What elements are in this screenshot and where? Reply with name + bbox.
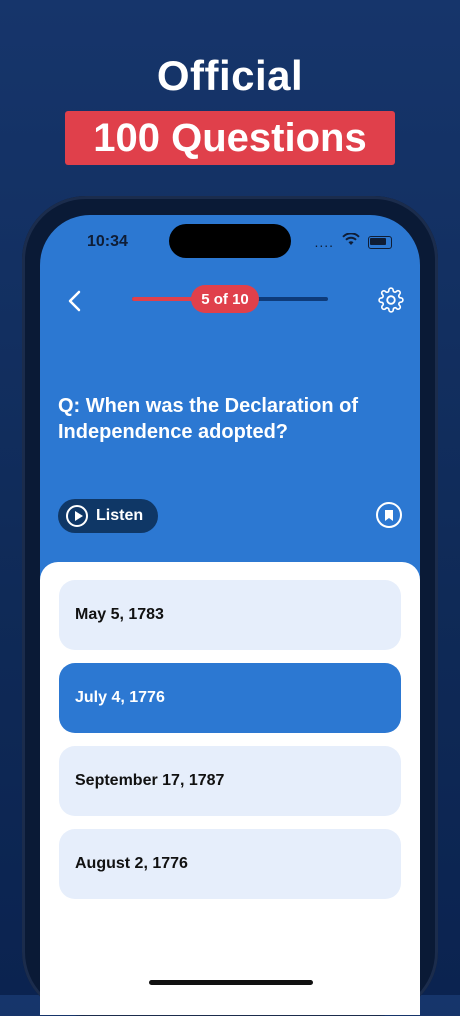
battery-icon bbox=[368, 235, 392, 249]
answer-option[interactable]: August 2, 1776 bbox=[59, 829, 401, 899]
answers-panel: May 5, 1783 July 4, 1776 September 17, 1… bbox=[40, 562, 420, 1015]
answer-label: May 5, 1783 bbox=[75, 606, 164, 623]
listen-label: Listen bbox=[96, 507, 144, 524]
back-button[interactable] bbox=[60, 287, 88, 315]
bookmark-button[interactable] bbox=[376, 502, 402, 528]
status-icons: .... bbox=[314, 232, 392, 251]
answer-option-selected[interactable]: July 4, 1776 bbox=[59, 663, 401, 733]
cellular-signal: .... bbox=[314, 234, 334, 250]
answer-label: July 4, 1776 bbox=[75, 689, 165, 706]
answer-option[interactable]: May 5, 1783 bbox=[59, 580, 401, 650]
question-text: Q: When was the Declaration of Independe… bbox=[58, 395, 359, 443]
answer-option[interactable]: September 17, 1787 bbox=[59, 746, 401, 816]
chevron-left-icon bbox=[68, 290, 81, 312]
gear-icon bbox=[378, 287, 404, 313]
play-icon bbox=[66, 505, 88, 527]
hero-highlight: 100 Questions bbox=[65, 111, 395, 165]
answer-label: September 17, 1787 bbox=[75, 772, 225, 789]
bookmark-icon bbox=[385, 509, 393, 521]
phone-screen: 10:34 .... 5 of 10 Q: When was the Decla… bbox=[40, 215, 420, 1015]
progress-label: 5 of 10 bbox=[191, 285, 259, 313]
hero-title: Official bbox=[156, 52, 304, 99]
dynamic-island bbox=[169, 224, 291, 258]
status-time: 10:34 bbox=[87, 233, 128, 250]
settings-button[interactable] bbox=[376, 285, 406, 315]
listen-button[interactable]: Listen bbox=[58, 499, 158, 533]
answer-label: August 2, 1776 bbox=[75, 855, 188, 872]
wifi-icon bbox=[342, 232, 360, 251]
home-indicator bbox=[149, 980, 313, 985]
